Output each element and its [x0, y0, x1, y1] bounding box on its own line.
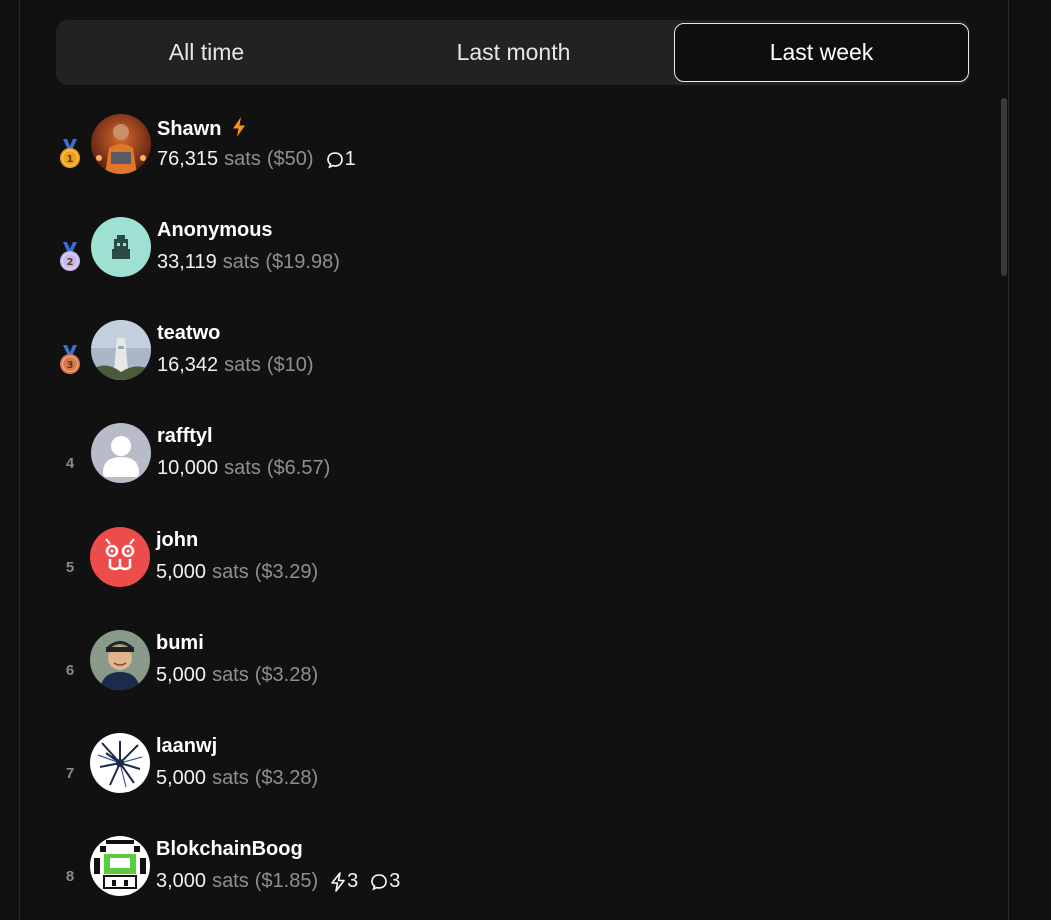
usd-value: ($3.28) — [254, 767, 319, 789]
usd-value: ($19.98) — [265, 251, 340, 273]
sats-unit-label: sats — [212, 870, 249, 892]
rank-number: 4 — [65, 454, 75, 472]
sats-amount: 5,000 sats ($3.29) — [156, 561, 318, 584]
avatar[interactable] — [90, 630, 150, 690]
sats-unit-label: sats — [224, 457, 261, 479]
usd-value: ($3.28) — [254, 664, 319, 686]
sats-amount: 76,315 sats ($50) 1 — [157, 148, 356, 171]
comment-count[interactable]: 3 — [370, 870, 400, 893]
avatar[interactable] — [90, 733, 150, 793]
avatar[interactable] — [90, 836, 150, 896]
bronze-medal-icon: 3 — [56, 345, 84, 374]
sats-value: 3,000 — [156, 870, 207, 892]
sats-value: 76,315 — [157, 148, 219, 170]
sats-value: 33,119 — [157, 251, 217, 273]
tab-last-week[interactable]: Last week — [674, 23, 969, 82]
sats-amount: 3,000 sats ($1.85) 3 3 — [156, 870, 400, 893]
sats-value: 5,000 — [156, 561, 207, 583]
leaderboard-row[interactable]: 4 rafftyl 10,000 sats ($6.57) — [56, 423, 956, 503]
username-link[interactable]: Shawn — [157, 118, 221, 140]
username-link[interactable]: rafftyl — [157, 425, 213, 447]
tab-last-month[interactable]: Last month — [366, 23, 661, 82]
sats-unit-label: sats — [222, 251, 260, 273]
leaderboard-row[interactable]: 5 john 5,000 sats ($3.29) — [56, 527, 956, 607]
avatar[interactable] — [91, 217, 151, 277]
sats-amount: 5,000 sats ($3.28) — [156, 664, 318, 687]
comment-count[interactable]: 1 — [326, 148, 356, 171]
username-link[interactable]: john — [156, 529, 198, 551]
gold-medal-icon: 1 — [56, 139, 84, 168]
sats-amount: 16,342 sats ($10) — [157, 354, 314, 377]
comment-count-value: 3 — [389, 870, 401, 892]
sats-unit-label: sats — [212, 767, 249, 789]
period-tabs: All time Last month Last week — [56, 20, 970, 85]
comment-bubble-icon — [326, 151, 345, 169]
svg-text:2: 2 — [67, 257, 74, 268]
tab-all-time[interactable]: All time — [59, 23, 354, 82]
comment-bubble-icon — [370, 873, 389, 891]
sats-unit-label: sats — [212, 664, 249, 686]
sats-value: 10,000 — [157, 457, 219, 479]
sats-value: 5,000 — [156, 767, 207, 789]
usd-value: ($10) — [266, 354, 314, 376]
frame-divider-right — [1008, 0, 1009, 920]
scrollbar-thumb[interactable] — [1001, 98, 1007, 276]
frame-divider-left — [19, 0, 20, 920]
zap-count-value: 3 — [347, 870, 359, 892]
avatar[interactable] — [90, 527, 150, 587]
avatar[interactable] — [91, 320, 151, 380]
leaderboard-row[interactable]: 6 bumi 5,000 sats ($3.28) — [56, 630, 956, 710]
username-link[interactable]: Anonymous — [157, 219, 273, 241]
sats-amount: 33,119 sats ($19.98) — [157, 251, 340, 274]
sats-amount: 10,000 sats ($6.57) — [157, 457, 330, 480]
username-link[interactable]: bumi — [156, 632, 204, 654]
username-link[interactable]: BlokchainBoog — [156, 838, 303, 860]
svg-text:1: 1 — [67, 154, 74, 165]
rank-number: 6 — [65, 661, 75, 679]
silver-medal-icon: 2 — [56, 242, 84, 271]
sats-unit-label: sats — [224, 148, 261, 170]
username-link[interactable]: teatwo — [157, 322, 220, 344]
sats-unit-label: sats — [212, 561, 249, 583]
username-link[interactable]: laanwj — [156, 735, 217, 757]
avatar[interactable] — [91, 114, 151, 174]
zap-count[interactable]: 3 — [330, 870, 358, 893]
comment-count-value: 1 — [344, 148, 356, 170]
usd-value: ($50) — [266, 148, 314, 170]
sats-unit-label: sats — [224, 354, 261, 376]
usd-value: ($1.85) — [254, 870, 319, 892]
sats-amount: 5,000 sats ($3.28) — [156, 767, 318, 790]
lightning-bolt-icon — [231, 116, 247, 144]
leaderboard-row[interactable]: 1 Shawn 76,315 sats ($50) 1 — [56, 114, 956, 194]
rank-number: 7 — [65, 764, 75, 782]
leaderboard-row[interactable]: 3 teatwo 16,342 sats ($10) — [56, 320, 956, 400]
leaderboard-row[interactable]: 7 laanwj 5,000 sats ($3.28) — [56, 733, 956, 813]
usd-value: ($6.57) — [266, 457, 331, 479]
sats-value: 16,342 — [157, 354, 219, 376]
rank-number: 5 — [65, 558, 75, 576]
rank-number: 8 — [65, 867, 75, 885]
lightning-outline-icon — [330, 871, 347, 892]
sats-value: 5,000 — [156, 664, 207, 686]
leaderboard-row[interactable]: 8 BlokchainBoog 3,000 sats ($1.85) 3 3 — [56, 836, 956, 916]
usd-value: ($3.29) — [254, 561, 319, 583]
leaderboard-row[interactable]: 2 Anonymous 33,119 sats ($19.98) — [56, 217, 956, 297]
avatar[interactable] — [91, 423, 151, 483]
svg-text:3: 3 — [67, 360, 74, 371]
